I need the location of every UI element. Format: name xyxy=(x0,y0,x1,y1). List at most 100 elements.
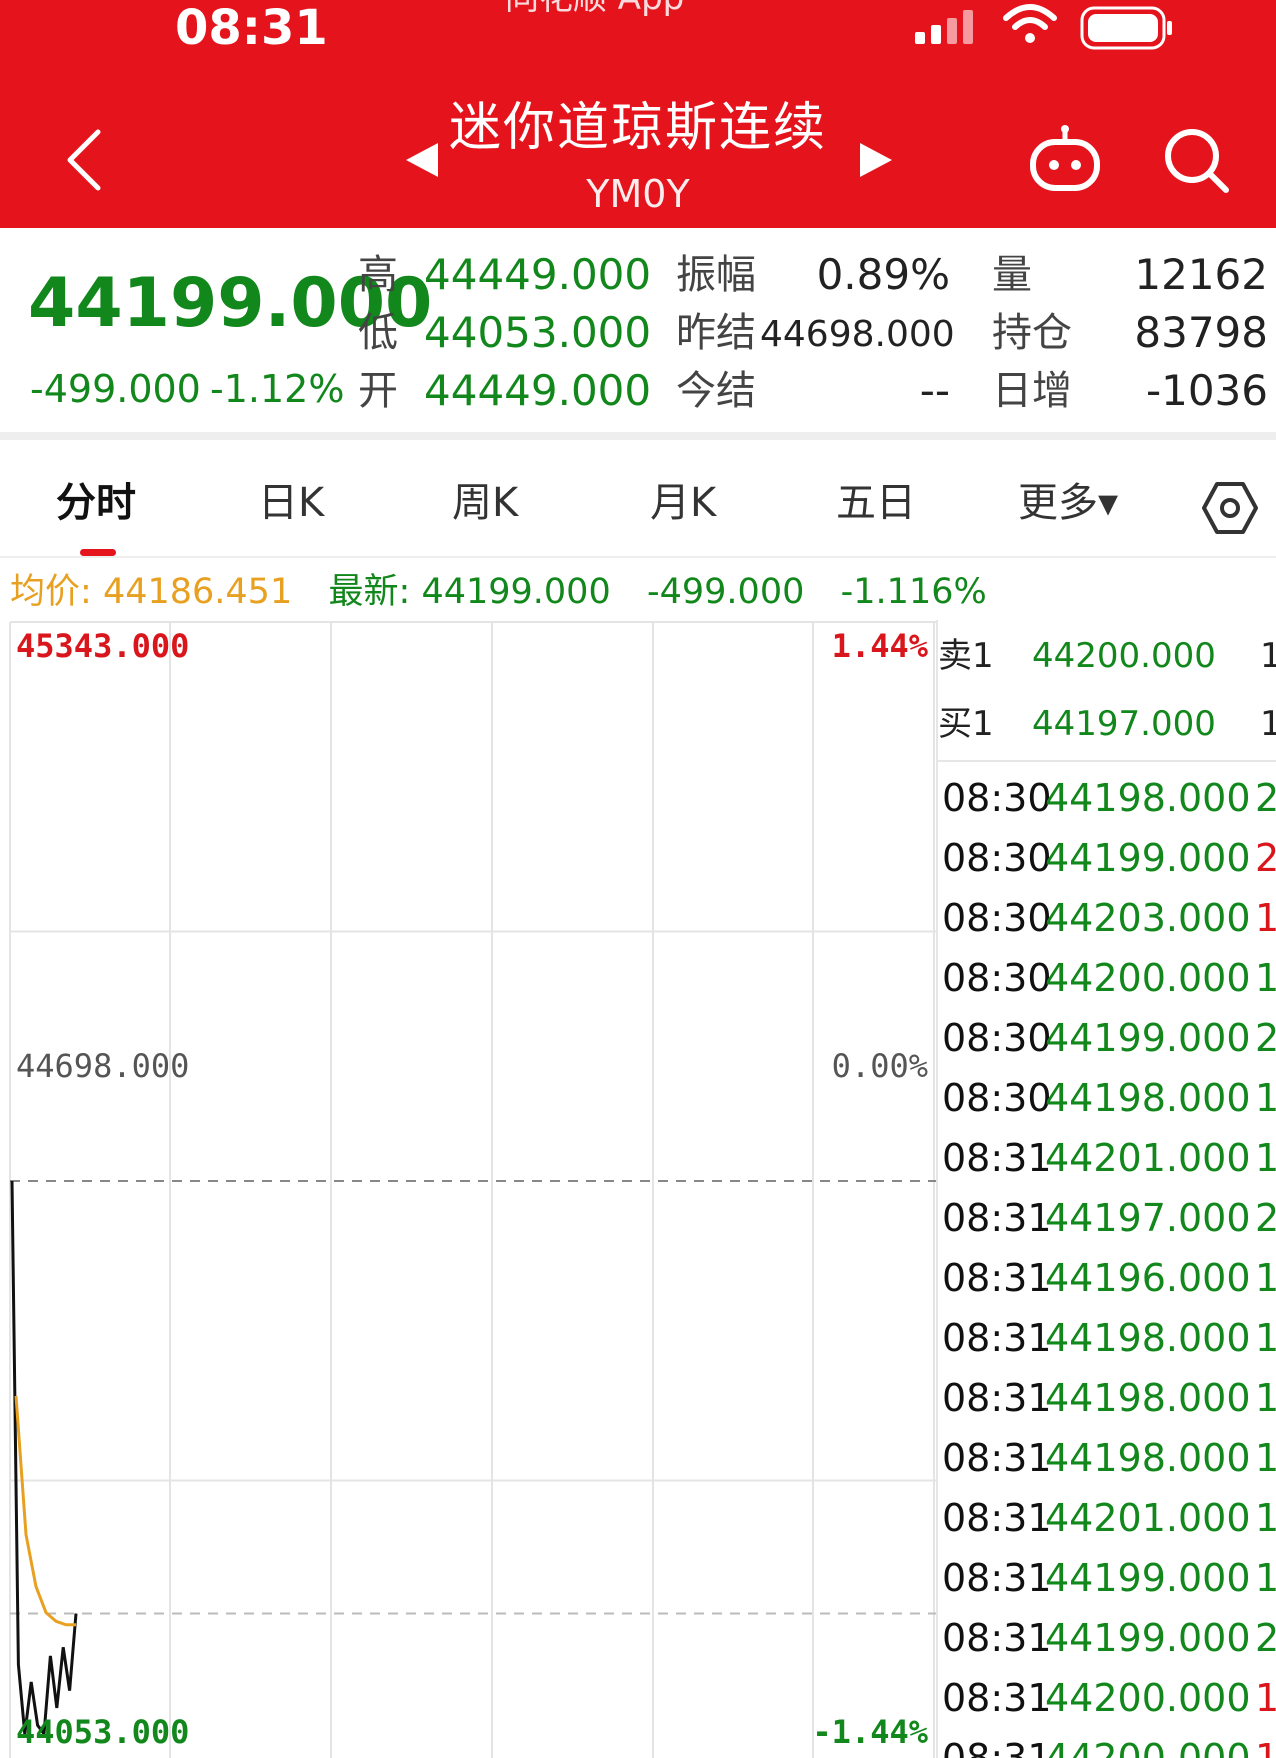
chart-tabs: 分时 日K 周K 月K 五日 更多▾ xyxy=(0,448,1276,558)
tick-price: 44201.000 xyxy=(1045,1136,1251,1180)
tick-price: 44203.000 xyxy=(1045,896,1251,940)
tick-time: 08:30 xyxy=(942,776,1052,820)
tick-price: 44198.000 xyxy=(1045,1436,1251,1480)
tick-price: 44198.000 xyxy=(1045,1076,1251,1120)
chart-canvas xyxy=(9,621,936,1758)
tick-time: 08:31 xyxy=(942,1256,1052,1300)
panel-divider xyxy=(938,760,1276,762)
y-axis-bottom-pct: -1.44% xyxy=(812,1713,928,1751)
ask-price: 44200.000 xyxy=(1032,636,1216,676)
tick-qty: 1 xyxy=(1255,1556,1276,1600)
tick-qty: 1 xyxy=(1255,1376,1276,1420)
latest-label: 最新: xyxy=(328,572,411,612)
tick-qty: 1 xyxy=(1255,1316,1276,1360)
tick-qty: 1 xyxy=(1255,896,1276,940)
tick-time: 08:30 xyxy=(942,1076,1052,1120)
tick-row: 08:3044198.0002 xyxy=(942,768,1276,828)
tick-row: 08:3044199.0002 xyxy=(942,828,1276,888)
tick-row: 08:3144199.0001 xyxy=(942,1548,1276,1608)
y-axis-mid-pct: 0.00% xyxy=(831,1047,928,1085)
tick-time: 08:30 xyxy=(942,956,1052,1000)
tick-time: 08:30 xyxy=(942,896,1052,940)
quote-panel: 44199.000 -499.000 -1.12% 高 44449.000 低 … xyxy=(0,228,1276,440)
wifi-icon xyxy=(1003,4,1057,46)
tick-qty: 2 xyxy=(1255,1616,1276,1660)
bid-label: 买1 xyxy=(938,704,994,744)
y-axis-mid-label: 44698.000 xyxy=(16,1047,190,1085)
volume-label: 量 xyxy=(992,252,1032,298)
tab-five-day[interactable]: 五日 xyxy=(836,478,916,528)
triangle-right-icon xyxy=(860,143,892,177)
ask-row: 卖1 44200.000 1 xyxy=(938,626,1276,686)
volume-value: 12162 xyxy=(1134,250,1268,299)
tick-price: 44196.000 xyxy=(1045,1256,1251,1300)
next-contract-button[interactable] xyxy=(856,140,896,180)
latest-change: -499.000 xyxy=(647,572,805,612)
tick-qty: 1 xyxy=(1255,1256,1276,1300)
tick-price: 44201.000 xyxy=(1045,1496,1251,1540)
tick-qty: 1 xyxy=(1255,1676,1276,1720)
chart-settings-button[interactable] xyxy=(1202,480,1258,536)
tick-qty: 1 xyxy=(1255,956,1276,1000)
tick-row: 08:3144200.0001 xyxy=(942,1728,1276,1758)
tick-row: 08:3144197.0002 xyxy=(942,1188,1276,1248)
app-name: 同花顺 App xyxy=(505,0,684,18)
today-settle-value: -- xyxy=(919,366,950,415)
tick-price: 44199.000 xyxy=(1045,1016,1251,1060)
tick-price: 44198.000 xyxy=(1045,776,1251,820)
tick-qty: 2 xyxy=(1255,776,1276,820)
daily-change-value: -1036 xyxy=(1145,366,1268,415)
tick-time: 08:31 xyxy=(942,1196,1052,1240)
open-interest-value: 83798 xyxy=(1134,308,1268,357)
tick-row: 08:3144196.0001 xyxy=(942,1248,1276,1308)
active-tab-indicator xyxy=(80,549,116,556)
tick-row: 08:3044198.0001 xyxy=(942,1068,1276,1128)
tick-price: 44198.000 xyxy=(1045,1316,1251,1360)
search-button[interactable] xyxy=(1160,124,1232,196)
tick-qty: 1 xyxy=(1255,1076,1276,1120)
bid-price: 44197.000 xyxy=(1032,704,1216,744)
tick-price: 44199.000 xyxy=(1045,1556,1251,1600)
open-interest-label: 持仓 xyxy=(992,310,1072,356)
tick-qty: 1 xyxy=(1255,1496,1276,1540)
tab-weekly-k[interactable]: 周K xyxy=(452,478,518,528)
tick-time: 08:31 xyxy=(942,1436,1052,1480)
latest-value: 44199.000 xyxy=(421,572,611,612)
avg-price-value: 44186.451 xyxy=(102,572,293,612)
robot-assistant-button[interactable] xyxy=(1028,124,1102,194)
tick-row: 08:3044200.0001 xyxy=(942,948,1276,1008)
tick-time: 08:31 xyxy=(942,1616,1052,1660)
tick-qty: 2 xyxy=(1255,1016,1276,1060)
tick-price: 44199.000 xyxy=(1045,1616,1251,1660)
low-value: 44053.000 xyxy=(424,308,652,357)
tick-row: 08:3144199.0002 xyxy=(942,1608,1276,1668)
latest-change-pct: -1.116% xyxy=(840,572,987,612)
tick-qty: 2 xyxy=(1255,836,1276,880)
y-axis-top-pct: 1.44% xyxy=(831,627,928,665)
tick-price: 44199.000 xyxy=(1045,836,1251,880)
high-value: 44449.000 xyxy=(424,250,652,299)
high-label: 高 xyxy=(358,252,398,298)
tab-more[interactable]: 更多▾ xyxy=(1018,478,1118,528)
low-label: 低 xyxy=(358,310,398,356)
tick-price: 44200.000 xyxy=(1045,956,1251,1000)
tick-time: 08:31 xyxy=(942,1556,1052,1600)
prev-settle-label: 昨结 xyxy=(676,310,756,356)
tick-qty: 1 xyxy=(1255,1436,1276,1480)
price-change: -499.000 xyxy=(30,367,201,411)
open-value: 44449.000 xyxy=(424,366,652,415)
tick-price: 44200.000 xyxy=(1045,1736,1251,1758)
y-axis-bottom-label: 44053.000 xyxy=(16,1713,190,1751)
bid-row: 买1 44197.000 1 xyxy=(938,694,1276,754)
tick-qty: 2 xyxy=(1255,1196,1276,1240)
robot-icon xyxy=(1030,125,1100,191)
tick-row: 08:3144198.0001 xyxy=(942,1428,1276,1488)
amplitude-value: 0.89% xyxy=(816,250,950,299)
chart-info-line: 均价: 44186.451 最新: 44199.000 -499.000 -1.… xyxy=(10,568,987,616)
tick-qty: 1 xyxy=(1255,1736,1276,1758)
trade-panel: 卖1 44200.000 1 买1 44197.000 1 08:3044198… xyxy=(936,620,1276,1758)
intraday-chart[interactable]: 45343.000 44698.000 44053.000 1.44% 0.00… xyxy=(0,620,936,1758)
tab-intraday[interactable]: 分时 xyxy=(56,478,136,528)
tab-monthly-k[interactable]: 月K xyxy=(650,478,716,528)
tab-daily-k[interactable]: 日K xyxy=(258,478,324,528)
